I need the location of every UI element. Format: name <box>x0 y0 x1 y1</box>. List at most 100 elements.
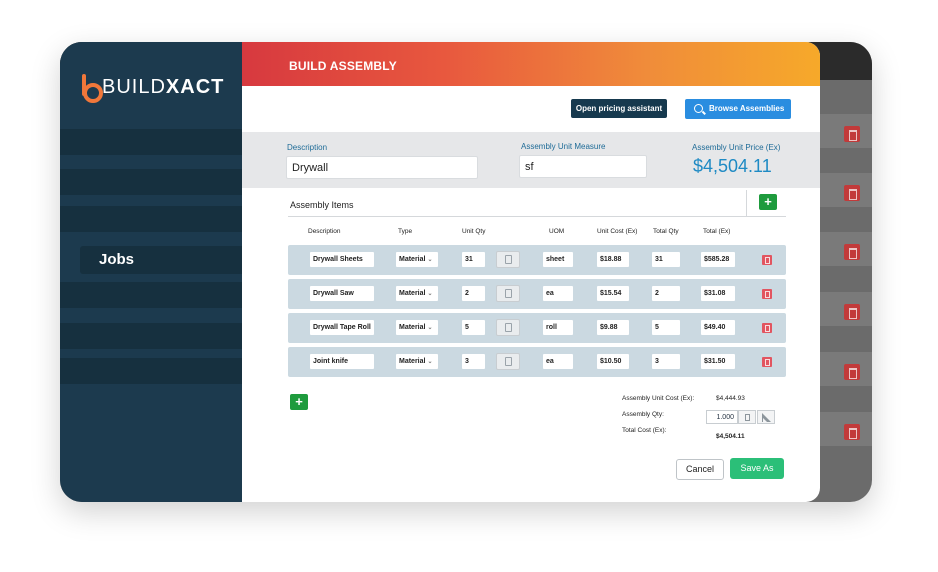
item-unit-qty[interactable]: 2 <box>462 286 485 301</box>
item-unit-cost[interactable]: $18.88 <box>597 252 629 267</box>
chevron-down-icon: ⌄ <box>427 257 433 263</box>
item-description[interactable]: Drywall Sheets <box>310 252 374 267</box>
table-row: Drywall Tape Roll Material ⌄ 5 roll $9.88… <box>288 313 786 343</box>
item-type-select[interactable]: Material ⌄ <box>396 320 438 335</box>
modal-title: BUILD ASSEMBLY <box>289 59 397 73</box>
search-icon <box>694 104 703 113</box>
item-uom[interactable]: ea <box>543 286 573 301</box>
description-label: Description <box>287 143 328 152</box>
item-description[interactable]: Drywall Saw <box>310 286 374 301</box>
trash-icon <box>844 126 860 142</box>
item-total-qty[interactable]: 31 <box>652 252 680 267</box>
calculator-button[interactable] <box>496 251 520 268</box>
assembly-unit-cost-label: Assembly Unit Cost (Ex): <box>622 395 695 402</box>
browse-assemblies-label: Browse Assemblies <box>709 104 785 113</box>
save-as-button[interactable]: Save As <box>730 458 784 479</box>
item-unit-qty[interactable]: 3 <box>462 354 485 369</box>
trash-icon[interactable] <box>762 289 772 299</box>
item-total: $585.28 <box>701 252 735 267</box>
sidebar-item-jobs[interactable]: Jobs <box>80 246 260 274</box>
column-header-uom: UOM <box>549 228 565 235</box>
trash-icon[interactable] <box>762 357 772 367</box>
chevron-down-icon: ⌄ <box>427 325 433 331</box>
cancel-button[interactable]: Cancel <box>676 459 724 480</box>
column-header-total: Total (Ex) <box>703 228 731 235</box>
trash-icon[interactable] <box>762 323 772 333</box>
item-type-select[interactable]: Material ⌄ <box>396 252 438 267</box>
modal-header: BUILD ASSEMBLY <box>242 42 820 86</box>
browse-assemblies-button[interactable]: Browse Assemblies <box>685 99 791 119</box>
open-pricing-assistant-button[interactable]: Open pricing assistant <box>571 99 667 118</box>
add-row-button[interactable]: + <box>290 394 308 410</box>
logo-text-light: BUILD <box>102 75 166 98</box>
calculator-button[interactable] <box>496 319 520 336</box>
sidebar-item[interactable] <box>60 129 242 155</box>
item-uom[interactable]: ea <box>543 354 573 369</box>
trash-icon <box>844 364 860 380</box>
chevron-down-icon: ⌄ <box>427 291 433 297</box>
item-total-qty[interactable]: 3 <box>652 354 680 369</box>
sidebar-item[interactable] <box>60 323 242 349</box>
calculator-icon <box>745 414 750 421</box>
item-type-value: Material <box>399 358 426 365</box>
trash-icon <box>844 424 860 440</box>
column-header-total-qty: Total Qty <box>653 228 679 235</box>
total-cost-value: $4,504.11 <box>716 433 745 440</box>
unit-price-label: Assembly Unit Price (Ex) <box>692 143 781 152</box>
column-header-description: Description <box>308 228 341 235</box>
item-unit-qty[interactable]: 31 <box>462 252 485 267</box>
item-type-value: Material <box>399 256 426 263</box>
item-unit-cost[interactable]: $15.54 <box>597 286 629 301</box>
sidebar-item[interactable] <box>60 358 242 384</box>
calculator-icon <box>505 323 512 332</box>
unit-measure-input[interactable]: sf <box>519 155 647 178</box>
assembly-unit-cost-value: $4,444.93 <box>716 395 745 402</box>
table-row: Drywall Saw Material ⌄ 2 ea $15.54 2 $31.… <box>288 279 786 309</box>
calculator-icon <box>505 255 512 264</box>
logo-text-bold: XACT <box>165 75 225 98</box>
item-type-select[interactable]: Material ⌄ <box>396 286 438 301</box>
description-input[interactable]: Drywall <box>286 156 478 179</box>
assembly-qty-label: Assembly Qty: <box>622 411 664 418</box>
calculator-button[interactable] <box>496 285 520 302</box>
chevron-down-icon: ⌄ <box>427 359 433 365</box>
unit-price-value: $4,504.11 <box>693 156 772 176</box>
qty-calculator-button[interactable] <box>738 410 756 424</box>
item-type-select[interactable]: Material ⌄ <box>396 354 438 369</box>
item-total-qty[interactable]: 5 <box>652 320 680 335</box>
item-unit-cost[interactable]: $10.50 <box>597 354 629 369</box>
trash-icon <box>844 185 860 201</box>
item-type-value: Material <box>399 290 426 297</box>
total-cost-label: Total Cost (Ex): <box>622 427 667 434</box>
buildxact-logo: BUILDXACT <box>82 74 225 103</box>
ruler-icon <box>762 413 771 423</box>
assembly-qty-input[interactable]: 1.000 <box>706 410 738 424</box>
item-unit-cost[interactable]: $9.88 <box>597 320 629 335</box>
unit-measure-label: Assembly Unit Measure <box>521 142 606 151</box>
item-uom[interactable]: sheet <box>543 252 573 267</box>
sidebar-item[interactable] <box>60 169 242 195</box>
divider <box>288 216 786 217</box>
item-total: $49.40 <box>701 320 735 335</box>
sidebar-item[interactable] <box>60 282 242 308</box>
column-header-unit-cost: Unit Cost (Ex) <box>597 228 638 235</box>
item-unit-qty[interactable]: 5 <box>462 320 485 335</box>
sidebar-item[interactable] <box>60 206 242 232</box>
trash-icon[interactable] <box>762 255 772 265</box>
assembly-items-title: Assembly Items <box>290 200 354 210</box>
item-uom[interactable]: roll <box>543 320 573 335</box>
calculator-icon <box>505 289 512 298</box>
item-description[interactable]: Joint knife <box>310 354 374 369</box>
trash-icon <box>844 244 860 260</box>
item-description[interactable]: Drywall Tape Roll <box>310 320 374 335</box>
item-type-value: Material <box>399 324 426 331</box>
calculator-icon <box>505 357 512 366</box>
column-header-unit-qty: Unit Qty <box>462 228 486 235</box>
calculator-button[interactable] <box>496 353 520 370</box>
takeoff-button[interactable] <box>757 410 775 424</box>
build-assembly-modal: BUILD ASSEMBLY Open pricing assistant Br… <box>242 42 820 502</box>
divider <box>746 190 747 216</box>
logo-icon <box>82 74 103 103</box>
add-item-button[interactable]: + <box>759 194 777 210</box>
item-total-qty[interactable]: 2 <box>652 286 680 301</box>
